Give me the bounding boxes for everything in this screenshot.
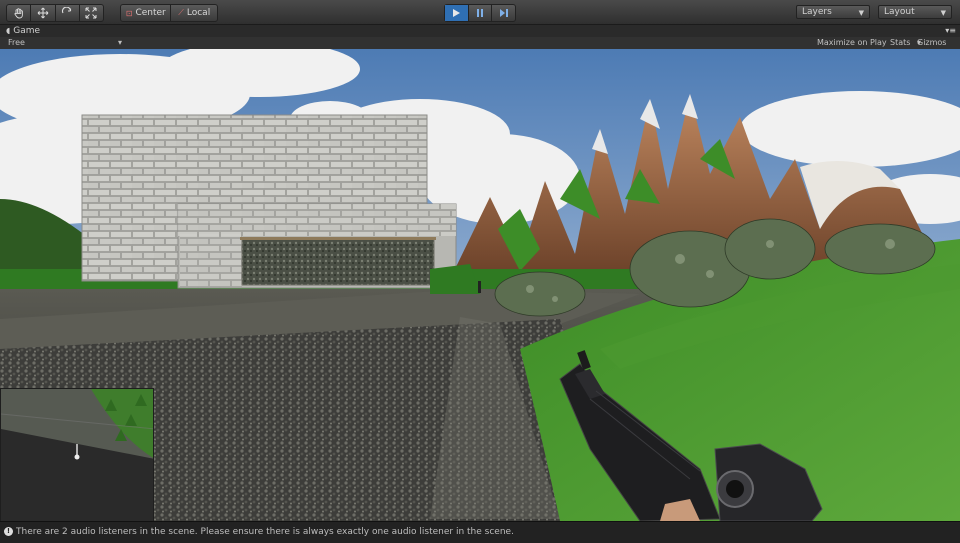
move-icon	[37, 7, 49, 19]
layers-label: Layers	[802, 7, 832, 17]
console-status-bar[interactable]: ! There are 2 audio listeners in the sce…	[0, 521, 960, 543]
dropdown-arrow-icon: ▼	[940, 9, 946, 17]
rotate-icon	[62, 7, 72, 14]
layout-label: Layout	[884, 7, 915, 17]
gizmos-label: Gizmos	[917, 38, 947, 47]
minimap	[0, 388, 154, 521]
console-message[interactable]: There are 2 audio listeners in the scene…	[16, 522, 514, 542]
game-viewport[interactable]	[0, 49, 960, 521]
pause-icon	[477, 9, 483, 17]
pivot-label: Center	[135, 8, 166, 18]
pause-button[interactable]	[469, 5, 493, 21]
stone-building	[81, 114, 457, 289]
pivot-toggles: ⊡ Center ⟋ Local	[120, 4, 218, 22]
pivot-center-toggle[interactable]: ⊡ Center	[121, 5, 172, 21]
hand-tool-button[interactable]	[7, 5, 32, 21]
dropdown-arrow-icon: ▾	[917, 38, 922, 47]
scale-icon	[85, 7, 97, 19]
move-tool-button[interactable]	[31, 5, 56, 21]
post	[478, 281, 481, 293]
maximize-on-play-toggle[interactable]: Maximize on Play	[817, 37, 887, 49]
step-button[interactable]	[492, 5, 515, 21]
tab-game-label: Game	[13, 26, 41, 36]
hand-icon	[14, 8, 23, 19]
step-icon	[499, 9, 508, 17]
tab-game[interactable]: ◖ Game	[6, 25, 40, 37]
local-axis-icon: ⟋	[178, 8, 184, 17]
player-marker-icon	[74, 454, 80, 460]
minimap-view	[1, 389, 153, 521]
transform-tools	[6, 4, 104, 22]
game-tab-header: ◖ Game ▾≡	[0, 25, 960, 37]
layers-dropdown[interactable]: Layers ▼	[796, 5, 870, 19]
space-label: Local	[186, 8, 211, 18]
game-controller-icon: ◖	[6, 26, 11, 35]
stats-toggle[interactable]: Stats	[890, 37, 910, 49]
dropdown-arrow-icon[interactable]: ▾	[118, 37, 122, 49]
pivot-local-toggle[interactable]: ⟋ Local	[171, 5, 217, 21]
main-toolbar: ⊡ Center ⟋ Local Layers ▼ Layout ▼	[0, 0, 960, 25]
playback-controls	[444, 4, 516, 22]
play-icon	[453, 9, 461, 17]
tab-menu-icon[interactable]: ▾≡	[945, 25, 956, 37]
warning-icon: !	[4, 527, 13, 536]
layout-dropdown[interactable]: Layout ▼	[878, 5, 952, 19]
center-icon: ⊡	[125, 8, 133, 18]
rotate-tool-button[interactable]	[56, 5, 80, 21]
dropdown-arrow-icon: ▼	[858, 9, 864, 17]
play-button[interactable]	[445, 5, 469, 21]
scale-tool-button[interactable]	[80, 5, 103, 21]
game-view-toolbar: Free Aspect ▾ Maximize on Play Stats Giz…	[0, 37, 960, 59]
